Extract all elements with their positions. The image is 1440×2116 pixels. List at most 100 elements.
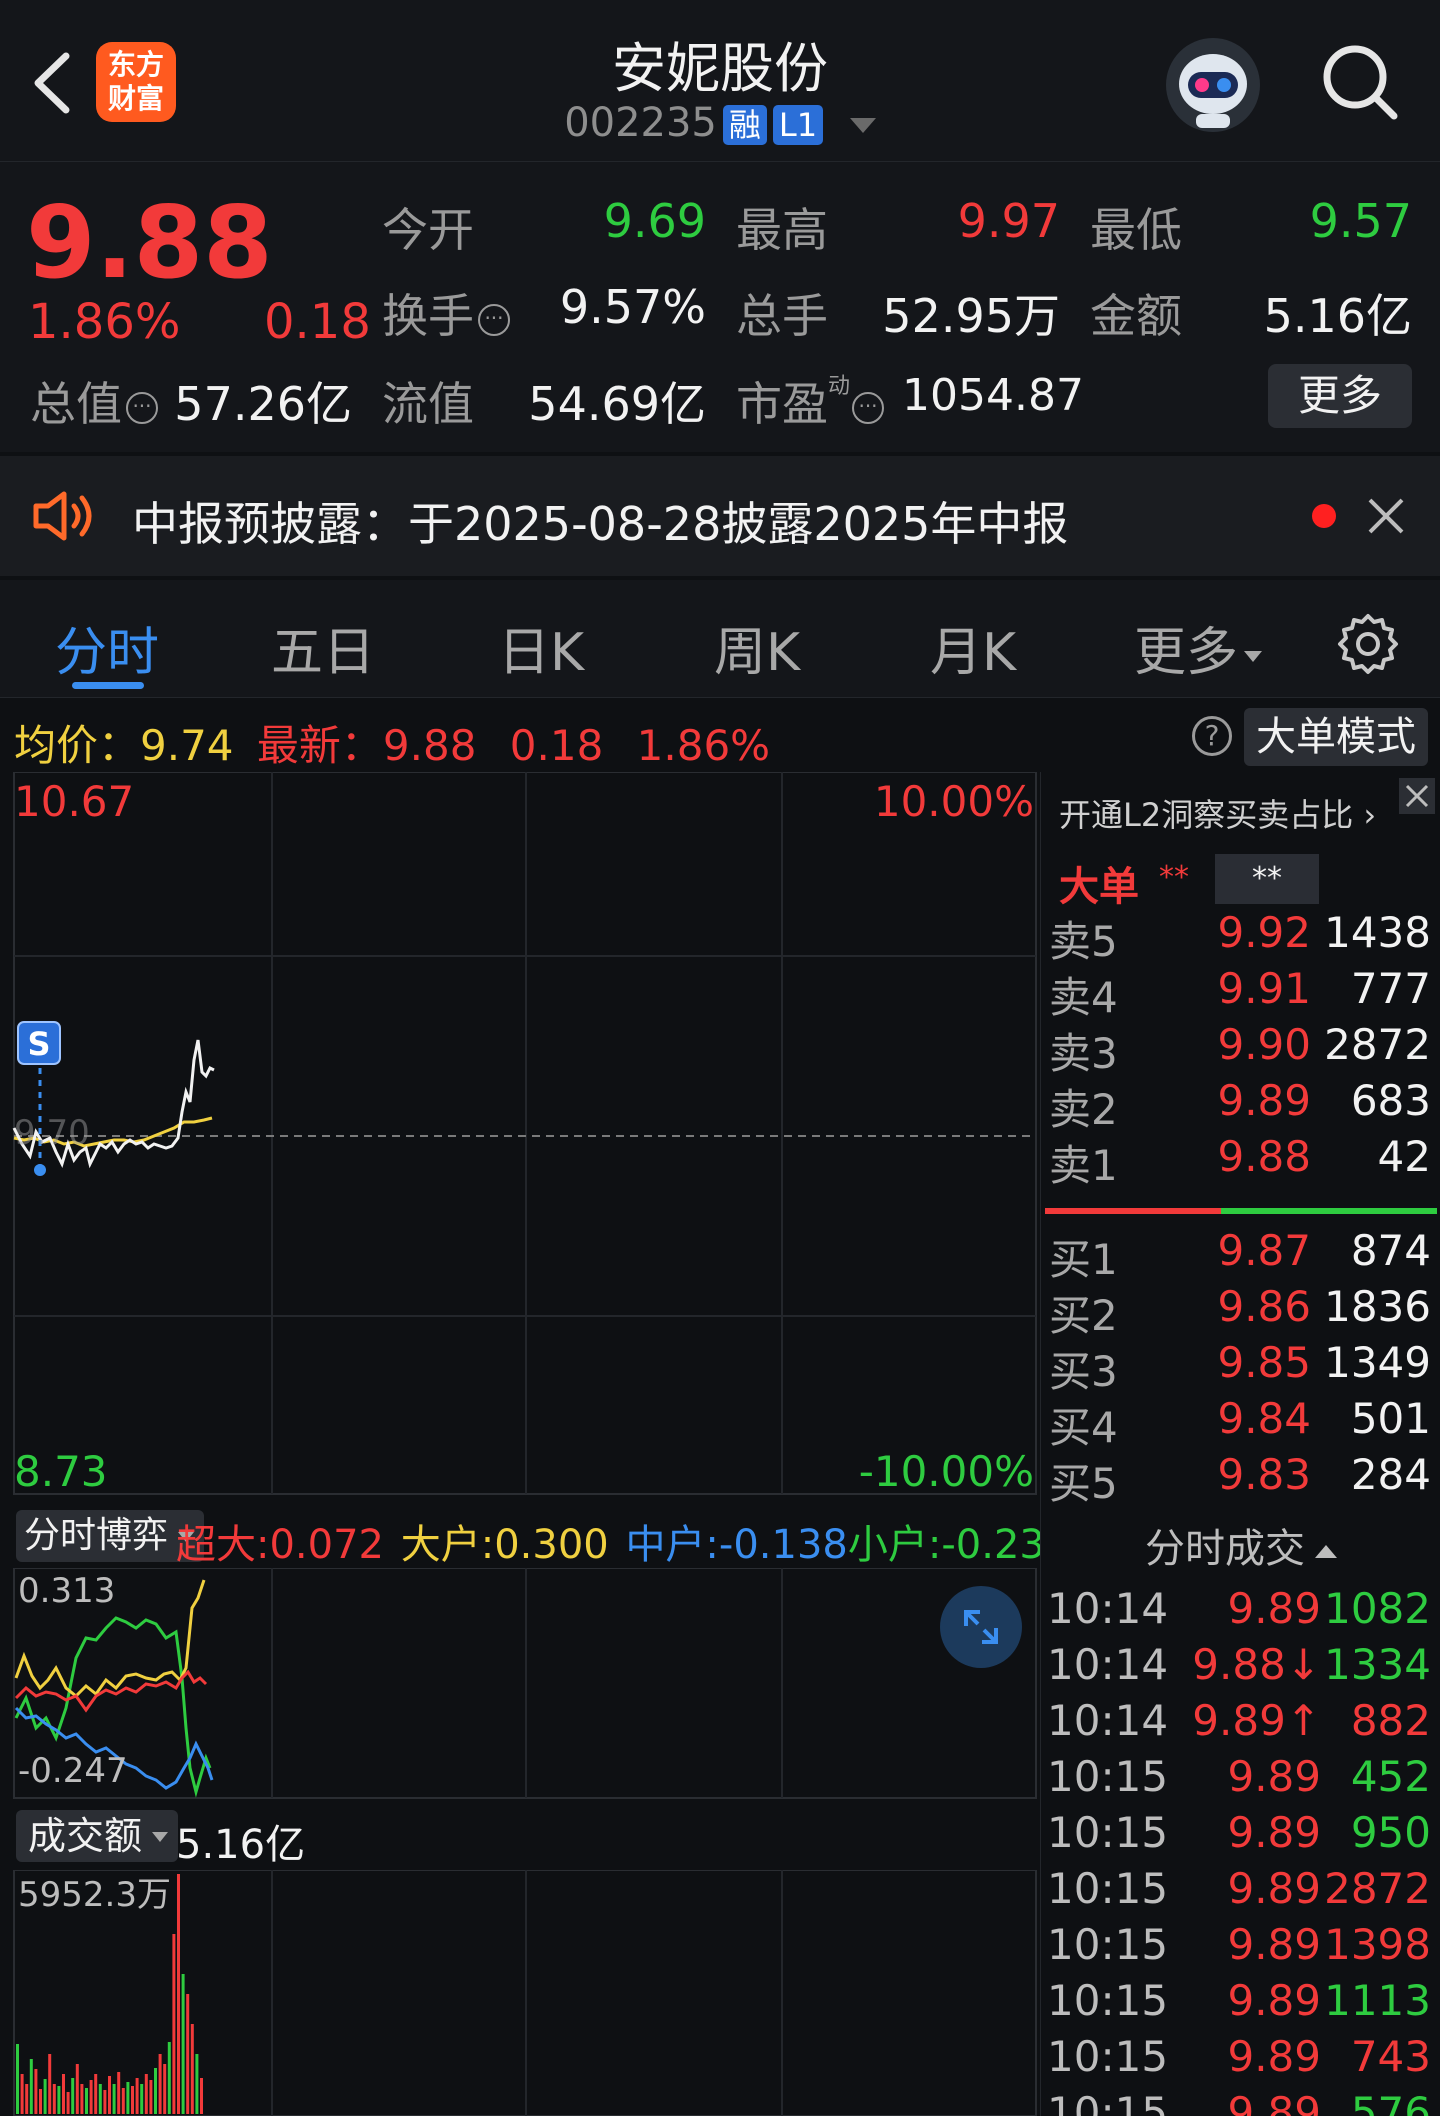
- y-min-label: 8.73: [14, 1447, 108, 1496]
- volume-bar: [144, 2074, 148, 2114]
- help-icon[interactable]: ?: [1192, 716, 1232, 756]
- volume-value: 52.95万: [882, 289, 1060, 343]
- volume-bar: [85, 2088, 88, 2114]
- bid-row[interactable]: 买5 9.83 284: [1041, 1450, 1440, 1508]
- level-volume: 777: [1350, 964, 1431, 1013]
- level-name: 买3: [1049, 1347, 1118, 1396]
- large-label: 大户:: [400, 1522, 495, 1568]
- tick-volume: 1334: [1324, 1640, 1431, 1689]
- close-icon[interactable]: [1366, 496, 1406, 536]
- volume-bar: [172, 1934, 176, 2114]
- big-order-buy: **: [1159, 860, 1189, 895]
- close-icon[interactable]: [1399, 778, 1435, 814]
- turnover-label[interactable]: 换手 ···: [382, 280, 510, 346]
- level-name: 卖3: [1049, 1029, 1118, 1078]
- volume-bar: [66, 2092, 70, 2114]
- pct-min-label: -10.00%: [859, 1447, 1034, 1496]
- tab-five-day[interactable]: 五日: [228, 610, 418, 685]
- volume-total: 5.16亿: [176, 1822, 306, 1868]
- tick-volume: 576: [1350, 2088, 1431, 2116]
- level-name: 买5: [1049, 1459, 1118, 1508]
- gear-icon[interactable]: [1336, 612, 1400, 676]
- volume-label: 总手: [736, 289, 828, 343]
- mid-label: 中户:: [625, 1522, 719, 1568]
- tab-more[interactable]: 更多: [1108, 610, 1288, 685]
- volume-bar: [43, 2079, 47, 2114]
- volume-bar: [108, 2076, 111, 2114]
- level-tag: L1: [772, 105, 824, 145]
- flow-chart[interactable]: 0.313 -0.247: [0, 1568, 1040, 1800]
- tab-daily-k[interactable]: 日K: [446, 610, 636, 685]
- intraday-price-chart[interactable]: S 9.70 10.67 8.73 10.00% -10.00%: [0, 772, 1040, 1496]
- super-label: 超大:: [176, 1522, 270, 1568]
- notice-bar[interactable]: 中报预披露：于2025-08-28披露2025年中报: [0, 456, 1440, 576]
- volume-bar: [190, 2024, 194, 2114]
- high-label: 最高: [736, 203, 828, 257]
- level-price: 9.91: [1217, 964, 1311, 1013]
- info-icon[interactable]: ···: [126, 391, 158, 424]
- level-name: 买1: [1049, 1235, 1118, 1284]
- volume-chart[interactable]: 5952.3万: [0, 1870, 1040, 2116]
- level-price: 9.83: [1217, 1450, 1311, 1499]
- level-price: 9.88: [1217, 1132, 1311, 1181]
- volume-bar: [57, 2086, 61, 2114]
- robot-assistant-icon[interactable]: [1166, 38, 1260, 132]
- mktcap-value: 57.26亿: [174, 377, 352, 431]
- level-volume: 683: [1350, 1076, 1431, 1125]
- ask-row[interactable]: 卖5 9.92 1438: [1041, 908, 1440, 966]
- tick-price: 9.89: [1227, 1976, 1321, 2025]
- ask-row[interactable]: 卖3 9.90 2872: [1041, 1020, 1440, 1078]
- expand-icon[interactable]: [940, 1586, 1022, 1668]
- volume-header: 成交额 5.16亿: [0, 1806, 1040, 1868]
- more-button[interactable]: 更多: [1268, 364, 1412, 428]
- tab-intraday[interactable]: 分时: [12, 610, 202, 685]
- caret-down-icon: [152, 1832, 169, 1842]
- search-icon[interactable]: [1318, 40, 1402, 124]
- ask-row[interactable]: 卖2 9.89 683: [1041, 1076, 1440, 1134]
- bid-row[interactable]: 买3 9.85 1349: [1041, 1338, 1440, 1396]
- volume-bar: [126, 2082, 130, 2114]
- bid-row[interactable]: 买1 9.87 874: [1041, 1226, 1440, 1284]
- change-value: 0.18: [264, 294, 371, 350]
- mktcap-label[interactable]: 总值 ···: [30, 368, 158, 434]
- volume-bar: [140, 2084, 144, 2114]
- ticks-title[interactable]: 分时成交: [1041, 1516, 1440, 1574]
- level-price: 9.90: [1217, 1020, 1311, 1069]
- tick-row: 10:15 9.89 576: [1041, 2088, 1440, 2116]
- volume-bar: [98, 2084, 102, 2114]
- tick-volume: 2872: [1324, 1864, 1431, 1913]
- tick-volume: 1113: [1324, 1976, 1431, 2025]
- info-icon[interactable]: ···: [852, 391, 885, 424]
- speaker-icon: [30, 486, 100, 546]
- pct-max-label: 10.00%: [874, 777, 1034, 826]
- ask-row[interactable]: 卖1 9.88 42: [1041, 1132, 1440, 1190]
- tick-price: 9.89: [1227, 2088, 1321, 2116]
- bid-row[interactable]: 买4 9.84 501: [1041, 1394, 1440, 1452]
- volume-bar: [89, 2080, 93, 2114]
- volume-bar: [29, 2059, 33, 2114]
- bid-row[interactable]: 买2 9.86 1836: [1041, 1282, 1440, 1340]
- big-order-mode-button[interactable]: 大单模式: [1244, 708, 1428, 766]
- level-price: 9.92: [1217, 908, 1311, 957]
- l2-upsell-link[interactable]: 开通L2洞察买卖占比 ›: [1059, 790, 1376, 836]
- tab-weekly-k[interactable]: 周K: [662, 610, 852, 685]
- level-volume: 501: [1350, 1394, 1431, 1443]
- latest-pct: 1.86%: [636, 721, 771, 770]
- top-bar: 东方 财富 安妮股份 002235 融 L1: [0, 0, 1440, 162]
- volume-bar: [163, 2064, 167, 2114]
- avg-label: 均价：: [14, 721, 141, 770]
- amount-label: 金额: [1090, 289, 1182, 343]
- pe-label[interactable]: 市盈动···: [736, 368, 885, 434]
- info-icon[interactable]: ···: [478, 303, 510, 336]
- last-price: 9.88: [26, 184, 273, 301]
- volume-dropdown[interactable]: 成交额: [16, 1810, 179, 1862]
- tick-time: 10:15: [1047, 1920, 1169, 1969]
- level-name: 卖4: [1049, 973, 1118, 1022]
- volume-bar: [39, 2089, 42, 2114]
- ask-row[interactable]: 卖4 9.91 777: [1041, 964, 1440, 1022]
- tick-row: 10:15 9.89 1113: [1041, 1976, 1440, 2032]
- level-name: 卖2: [1049, 1085, 1118, 1134]
- margin-tag: 融: [722, 105, 767, 145]
- tab-monthly-k[interactable]: 月K: [878, 610, 1068, 685]
- volume-y-max: 5952.3万: [18, 1875, 171, 1915]
